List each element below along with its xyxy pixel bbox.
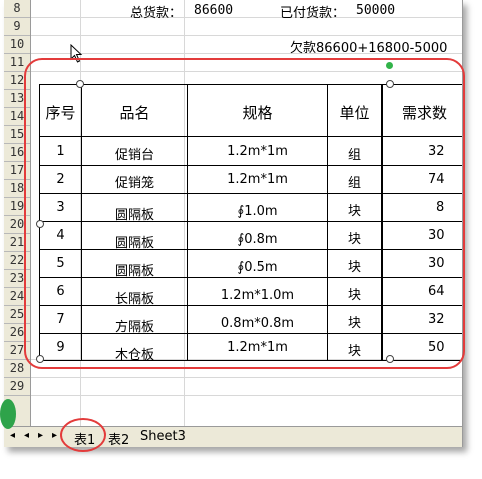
total-value: 86600 bbox=[194, 3, 234, 18]
highlight-outline bbox=[24, 58, 465, 369]
total-label: 总货款： bbox=[130, 6, 183, 21]
row-number[interactable]: 8 bbox=[4, 0, 30, 18]
green-marker bbox=[0, 399, 16, 429]
gridline bbox=[31, 377, 462, 378]
first-sheet-icon[interactable]: ◂ bbox=[10, 430, 15, 441]
tab-sheet3[interactable]: Sheet3 bbox=[140, 429, 186, 444]
gridline bbox=[31, 395, 462, 396]
gridline bbox=[31, 35, 462, 36]
row-number[interactable]: 29 bbox=[4, 378, 30, 396]
next-sheet-icon[interactable]: ▸ bbox=[38, 430, 43, 441]
tab-highlight-outline bbox=[60, 418, 106, 452]
last-sheet-icon[interactable]: ▸ bbox=[52, 430, 57, 441]
row-number[interactable]: 10 bbox=[4, 36, 30, 54]
paid-label: 已付货款： bbox=[280, 6, 346, 21]
tab-sheet2[interactable]: 表2 bbox=[108, 429, 129, 448]
row-number[interactable]: 9 bbox=[4, 18, 30, 36]
prev-sheet-icon[interactable]: ◂ bbox=[24, 430, 29, 441]
gridline bbox=[31, 17, 462, 18]
paid-value: 50000 bbox=[356, 3, 396, 18]
row-number[interactable]: 28 bbox=[4, 360, 30, 378]
owed-text: 欠款86600+16800-5000 bbox=[290, 41, 448, 56]
